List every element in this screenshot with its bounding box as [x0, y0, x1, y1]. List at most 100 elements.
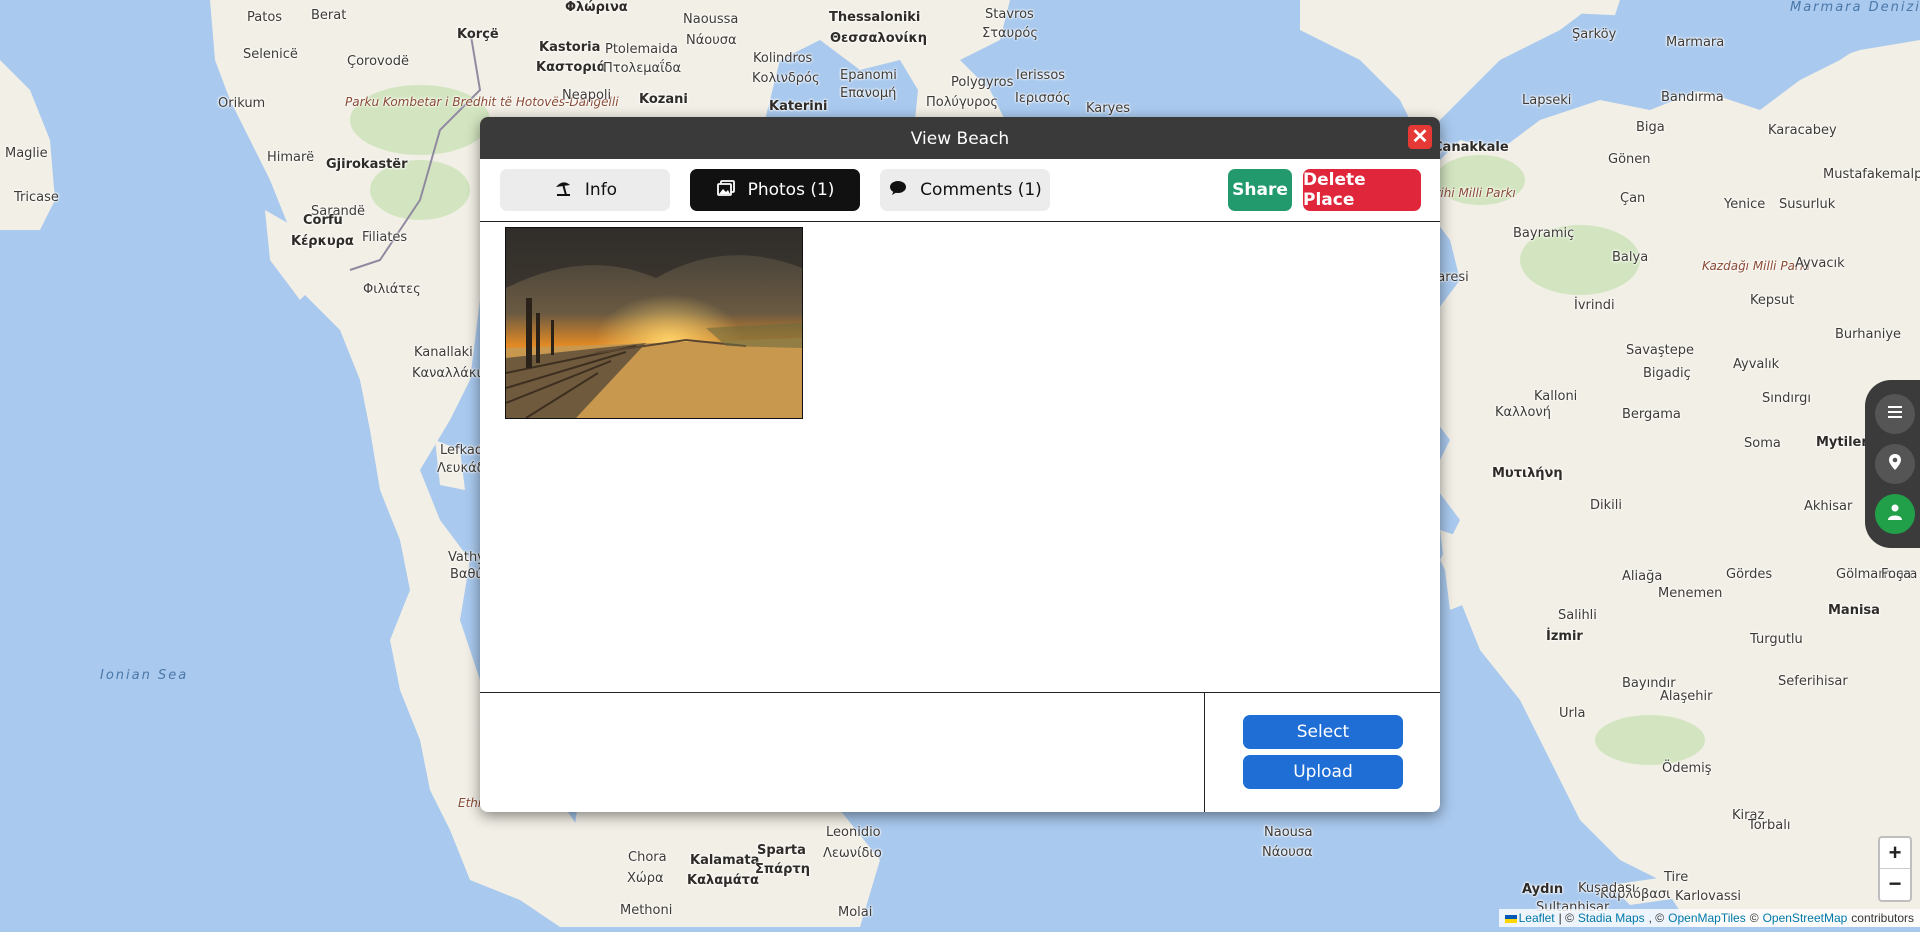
openmaptiles-link[interactable]: OpenMapTiles [1668, 909, 1746, 927]
delete-place-button[interactable]: Delete Place [1303, 169, 1421, 211]
beach-umbrella-icon [553, 178, 573, 203]
tab-info-label: Info [584, 180, 618, 200]
map-label: Chora [628, 850, 667, 865]
map-label: Akhisar [1804, 499, 1853, 514]
map-label: İvrindi [1574, 298, 1615, 313]
map-label: Πτολεμαΐδα [603, 61, 682, 76]
map-label: Selenicë [243, 47, 298, 62]
map-label: Molai [838, 905, 873, 920]
tab-info[interactable]: Info [500, 169, 670, 211]
map-label: Bayındır [1622, 676, 1676, 691]
map-label: Naoussa [683, 12, 739, 27]
map-label: Φλώρινα [565, 0, 628, 15]
map-label: Θεσσαλονίκη [830, 31, 928, 46]
upload-area-vertical-divider [1204, 692, 1205, 812]
map-label: Sındırgı [1762, 391, 1811, 406]
map-label: Dikili [1590, 498, 1622, 513]
map-label: Neapoli [562, 88, 612, 103]
map-label: Katerini [769, 99, 828, 114]
view-place-modal: View Beach ✕ Info Photos (1) Comments (1… [480, 117, 1440, 812]
map-label: Himarë [267, 150, 315, 165]
map-label: Kolindros [753, 51, 813, 66]
tabs-divider [480, 221, 1440, 222]
map-label: Kalloni [1534, 389, 1578, 404]
upload-button[interactable]: Upload [1243, 755, 1403, 789]
map-label: Alaşehir [1660, 689, 1713, 704]
map-label: Menemen [1658, 586, 1723, 601]
openstreetmap-link[interactable]: OpenStreetMap [1763, 909, 1848, 927]
map-label: Καστοριά [536, 60, 606, 75]
map-label: Foça [1881, 567, 1912, 582]
tab-comments-label: Comments (1) [920, 180, 1042, 200]
map-label: Νάουσα [1262, 845, 1313, 860]
stadia-maps-link[interactable]: Stadia Maps [1578, 909, 1645, 927]
map-label: Kalamata [690, 853, 760, 868]
map-label: Mustafakemalpaşa [1823, 167, 1920, 182]
map-label: Aliağa [1622, 569, 1663, 584]
menu-button[interactable] [1875, 394, 1915, 434]
map-label: Ayvalık [1733, 357, 1780, 372]
map-label: Berat [311, 8, 347, 23]
images-icon [716, 178, 736, 203]
map-label: Balya [1612, 250, 1649, 265]
map-label: Σπάρτη [755, 862, 810, 877]
attribution-separator: © [1749, 911, 1759, 925]
menu-icon [1886, 403, 1904, 426]
user-button[interactable] [1875, 494, 1915, 534]
map-label: Thessaloniki [829, 10, 921, 25]
map-label: Manisa [1828, 603, 1880, 618]
map-label: Biga [1636, 120, 1665, 135]
zoom-out-button[interactable]: − [1880, 869, 1910, 899]
map-label: Marmara [1666, 35, 1725, 50]
attribution-contributors: contributors [1851, 911, 1914, 925]
map-label: Aydın [1522, 882, 1564, 897]
upload-area-divider [480, 692, 1440, 693]
map-attribution: Leaflet | © Stadia Maps , © OpenMapTiles… [1498, 909, 1920, 927]
tab-photos[interactable]: Photos (1) [690, 169, 860, 211]
map-label: Καναλλάκι [412, 366, 481, 381]
map-label: Turgutlu [1750, 632, 1803, 647]
map-label: Gjirokastër [326, 157, 408, 172]
attribution-separator: | © [1558, 911, 1574, 925]
map-label: Kazdağı Milli Parkı [1702, 259, 1811, 273]
leaflet-link[interactable]: Leaflet [1504, 909, 1555, 927]
close-button[interactable]: ✕ [1408, 125, 1432, 149]
tab-photos-label: Photos (1) [747, 180, 835, 200]
map-label: Susurluk [1779, 197, 1836, 212]
zoom-control: + − [1878, 836, 1912, 902]
photo-thumbnail[interactable] [505, 227, 803, 419]
map-marker-icon [1886, 453, 1904, 476]
map-label: Sparta [757, 843, 806, 858]
map-label: Soma [1744, 436, 1781, 451]
map-label: Çorovodë [347, 54, 409, 69]
leaflet-label: Leaflet [1518, 911, 1555, 925]
ukraine-flag-icon [1504, 914, 1517, 923]
select-file-button[interactable]: Select [1243, 715, 1403, 749]
beach-sunset-photo [506, 228, 802, 418]
map-label: Kuşadası [1578, 881, 1636, 896]
places-button[interactable] [1875, 444, 1915, 484]
map-label: Salihli [1558, 608, 1597, 623]
map-label: Marmara Denizi [1790, 0, 1920, 15]
map-label: Νάουσα [686, 33, 737, 48]
zoom-in-button[interactable]: + [1880, 838, 1910, 869]
map-label: Μυτιλήνη [1492, 466, 1563, 481]
map-label: Burhaniye [1835, 327, 1902, 342]
map-label: Çanakkale [1433, 140, 1509, 155]
map-label: Tire [1664, 870, 1689, 885]
map-label: Φιλιάτες [363, 282, 421, 297]
map-label: Gördes [1726, 567, 1773, 582]
map-label: Ιερισσός [1015, 91, 1071, 106]
map-label: Kozani [639, 92, 688, 107]
map-label: Polygyros [951, 75, 1014, 90]
map-label: Gönen [1608, 152, 1651, 167]
map-label: Χώρα [627, 871, 664, 886]
modal-title: View Beach [910, 129, 1010, 149]
attribution-separator: , © [1648, 911, 1665, 925]
map-label: Karlovassi [1675, 889, 1741, 904]
map-label: Καλαμάτα [687, 873, 759, 888]
tab-comments[interactable]: Comments (1) [880, 169, 1050, 211]
map-label: Orikum [218, 96, 266, 111]
user-icon [1886, 503, 1904, 526]
share-button[interactable]: Share [1228, 169, 1292, 211]
